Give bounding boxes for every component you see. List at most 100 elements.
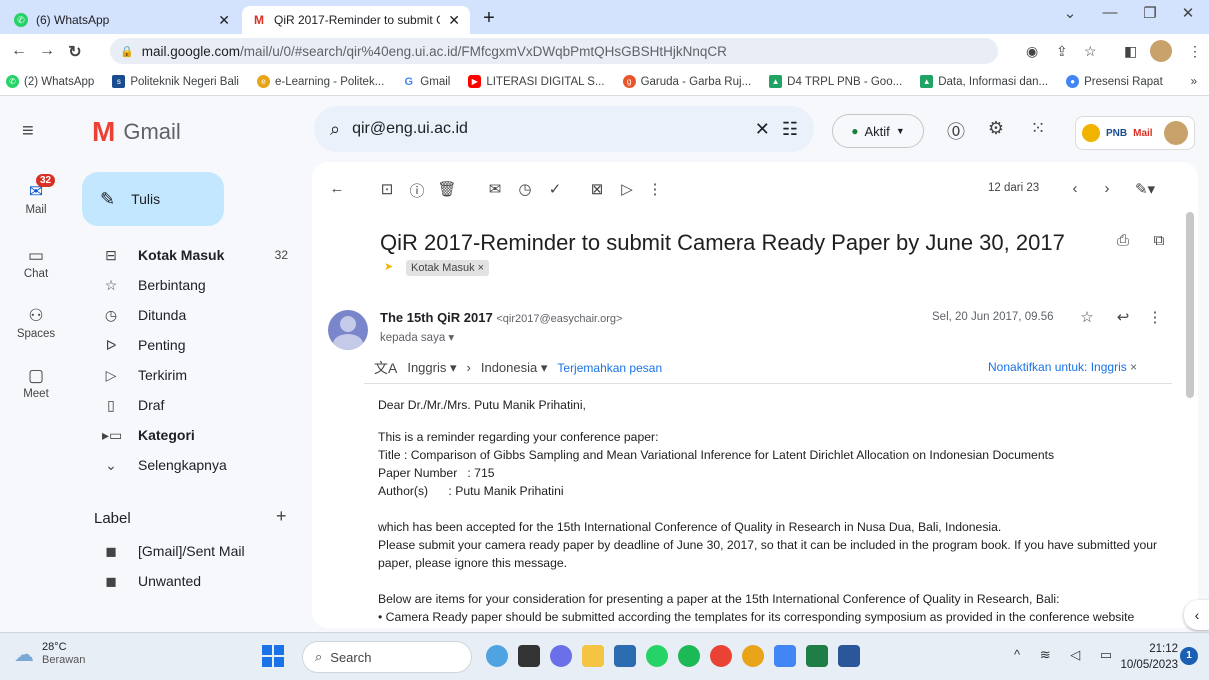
kebab-menu-icon[interactable]: ⋮ <box>1188 43 1202 60</box>
bookmark-item[interactable]: e e-Learning - Politek... <box>256 75 384 88</box>
tab-gmail[interactable]: M QiR 2017-Reminder to submit Ca ✕ <box>242 6 470 34</box>
sidebar-item-drafts[interactable]: ▯ Draf <box>72 390 302 420</box>
bookmark-item[interactable]: s Politeknik Negeri Bali <box>112 75 239 88</box>
bookmark-item[interactable]: G Gmail <box>402 75 450 88</box>
star-icon[interactable]: ☆ <box>1076 308 1098 326</box>
move-to-icon[interactable]: ⊠ <box>586 180 608 198</box>
translate-from-dropdown[interactable]: Inggris ▾ <box>407 360 456 376</box>
sidebar-item-starred[interactable]: ☆ Berbintang <box>72 270 302 300</box>
input-tools-icon[interactable]: ✎▾ <box>1134 180 1156 198</box>
more-options-icon[interactable]: ⋮ <box>644 180 666 198</box>
sidebar-item-inbox[interactable]: ⊟ Kotak Masuk 32 <box>72 240 302 270</box>
new-tab-button[interactable]: + <box>476 6 502 32</box>
bookmark-item[interactable]: ▲ D4 TRPL PNB - Goo... <box>769 75 902 88</box>
restore-button[interactable]: ❐ <box>1130 4 1170 22</box>
app-icon-task-view[interactable] <box>518 645 540 667</box>
open-new-window-icon[interactable]: ⧉ <box>1148 232 1170 249</box>
search-bar[interactable]: ⌕ qir@eng.ui.ac.id ✕ ☷ <box>314 106 814 152</box>
tab-search-icon[interactable]: ⌄ <box>1050 4 1090 22</box>
mark-unread-icon[interactable]: ✉ <box>484 180 506 198</box>
add-task-icon[interactable]: ✓ <box>544 180 566 198</box>
back-button[interactable]: ← <box>8 42 30 60</box>
bookmark-item[interactable]: ✆ (2) WhatsApp <box>6 75 94 88</box>
print-icon[interactable]: ⎙ <box>1112 232 1134 249</box>
pnb-mail-logo[interactable]: PNB Mail <box>1075 116 1195 150</box>
older-icon[interactable]: › <box>1096 180 1118 197</box>
side-panel-toggle[interactable]: ‹ <box>1184 600 1209 630</box>
notepad-icon[interactable] <box>774 645 796 667</box>
gear-icon[interactable]: ⚙ <box>984 118 1008 139</box>
label-as-icon[interactable]: ▷ <box>616 180 638 198</box>
weather-widget[interactable]: ☁ 28°C Berawan <box>14 641 85 667</box>
notification-badge[interactable]: 1 <box>1180 647 1198 665</box>
sidepanel-icon[interactable]: ◧ <box>1124 43 1137 60</box>
sidebar-item-important[interactable]: ᐅ Penting <box>72 330 302 360</box>
compose-button[interactable]: ✎ Tulis <box>82 172 224 226</box>
bookmark-item[interactable]: ▲ Data, Informasi dan... <box>920 75 1048 88</box>
forward-button[interactable]: → <box>36 42 58 60</box>
search-icon[interactable]: ⌕ <box>330 119 340 140</box>
back-to-list-icon[interactable]: ← <box>326 180 348 197</box>
search-input[interactable]: qir@eng.ui.ac.id <box>352 120 743 138</box>
eye-icon[interactable]: ◉ <box>1026 43 1038 60</box>
archive-icon[interactable]: ⊡ <box>376 180 398 198</box>
avatar[interactable] <box>328 310 368 350</box>
system-tray-icons[interactable]: ^ ≋ ◁ ▭ <box>1014 647 1120 663</box>
rail-mail[interactable]: ✉ Mail <box>0 182 72 216</box>
share-icon[interactable]: ⇪ <box>1056 43 1068 60</box>
app-icon-b[interactable] <box>486 645 508 667</box>
disable-translate-link[interactable]: Nonaktifkan untuk: Inggris × <box>988 360 1137 374</box>
sidebar-item-more[interactable]: ⌄ Selengkapnya <box>72 450 302 480</box>
important-marker-icon[interactable]: ➤ <box>384 260 393 273</box>
gmail-logo[interactable]: M Gmail <box>92 116 181 148</box>
sender-name[interactable]: The 15th QiR 2017 <box>380 310 493 325</box>
bookmark-item[interactable]: g Garuda - Garba Ruj... <box>622 75 751 88</box>
windows-start-icon[interactable] <box>262 645 284 667</box>
close-window-button[interactable]: ✕ <box>1168 4 1208 22</box>
bookmarks-overflow-icon[interactable]: » <box>1191 76 1197 88</box>
help-icon[interactable]: ⓪ <box>944 118 968 144</box>
scrollbar-thumb[interactable] <box>1186 212 1194 398</box>
menu-icon[interactable]: ≡ <box>22 120 34 143</box>
reload-button[interactable]: ↻ <box>64 42 86 62</box>
clear-search-icon[interactable]: ✕ <box>755 119 770 140</box>
tab-whatsapp[interactable]: ✆ (6) WhatsApp ✕ <box>4 6 240 34</box>
status-dropdown[interactable]: ● Aktif ▼ <box>832 114 924 148</box>
excel-icon[interactable] <box>806 645 828 667</box>
more-options-icon[interactable]: ⋮ <box>1144 308 1166 326</box>
sidebar-label-item[interactable]: ◼ [Gmail]/Sent Mail <box>72 536 302 566</box>
filter-icon[interactable]: ☷ <box>782 119 798 140</box>
add-label-button[interactable]: + <box>276 506 287 527</box>
paint-icon[interactable] <box>742 645 764 667</box>
label-chip[interactable]: Kotak Masuk × <box>406 260 490 276</box>
profile-avatar[interactable] <box>1150 40 1172 62</box>
translate-message-link[interactable]: Terjemahkan pesan <box>557 361 662 375</box>
app-icon-chat[interactable] <box>550 645 572 667</box>
newer-icon[interactable]: ‹ <box>1064 180 1086 197</box>
taskbar-search[interactable]: ⌕ Search <box>302 641 472 673</box>
address-bar[interactable]: 🔒 mail.google.com/mail/u/0/#search/qir%4… <box>110 38 998 64</box>
word-icon[interactable] <box>838 645 860 667</box>
report-spam-icon[interactable]: ⓘ <box>406 180 428 201</box>
close-icon[interactable]: ✕ <box>218 12 230 29</box>
sidebar-item-categories[interactable]: ▸▭ Kategori <box>72 420 302 450</box>
chrome-icon[interactable] <box>710 645 732 667</box>
delete-icon[interactable]: 🗑 <box>436 180 458 198</box>
bookmark-star-icon[interactable]: ☆ <box>1084 43 1097 60</box>
close-icon[interactable]: ✕ <box>448 12 460 29</box>
sidebar-item-snoozed[interactable]: ◷ Ditunda <box>72 300 302 330</box>
sidebar-label-item[interactable]: ◼ Unwanted <box>72 566 302 596</box>
sidebar-item-sent[interactable]: ▷ Terkirim <box>72 360 302 390</box>
minimize-button[interactable]: — <box>1090 4 1130 21</box>
reply-icon[interactable]: ↩ <box>1112 308 1134 326</box>
spotify-icon[interactable] <box>678 645 700 667</box>
file-explorer-icon[interactable] <box>582 645 604 667</box>
rail-meet[interactable]: ▢ Meet <box>0 366 72 400</box>
whatsapp-icon[interactable] <box>646 645 668 667</box>
bookmark-item[interactable]: ● Presensi Rapat <box>1066 75 1163 88</box>
mail-app-icon[interactable] <box>614 645 636 667</box>
recipient-dropdown[interactable]: kepada saya ▾ <box>380 330 454 344</box>
apps-grid-icon[interactable]: ⁙ <box>1026 118 1050 139</box>
snooze-icon[interactable]: ◷ <box>514 180 536 198</box>
rail-chat[interactable]: ▭ Chat <box>0 246 72 280</box>
